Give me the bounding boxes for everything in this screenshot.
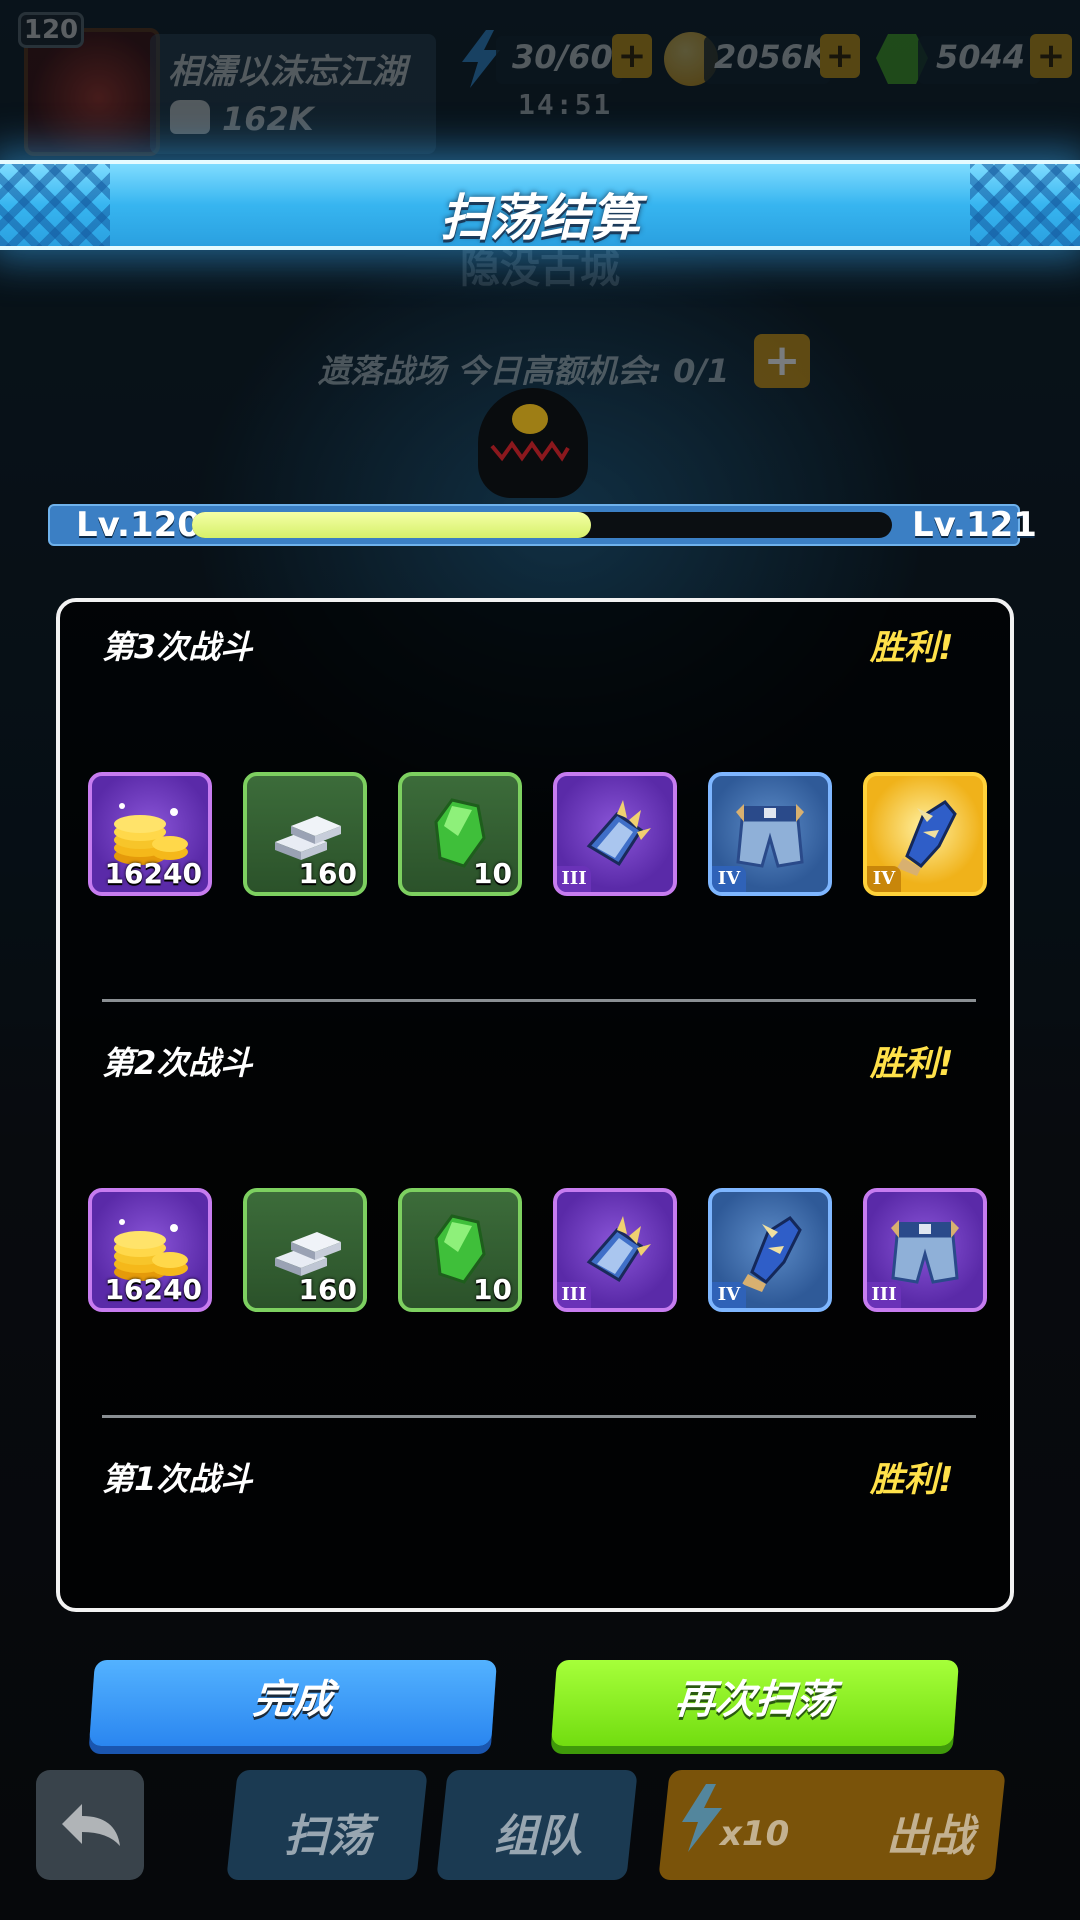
current-level-label: Lv.120 [76,505,201,545]
equipment-tier-badge: III [867,1282,901,1308]
reward-quantity: 160 [298,1273,357,1306]
level-progress-fill [192,512,591,538]
equipment-tier-badge: III [557,866,591,892]
battle-round: 第3次战斗 胜利! 16240 160 10 III IV IV [60,602,1010,1018]
equipment-tier-badge: IV [867,866,901,892]
equipment-tier-badge: IV [712,1282,746,1308]
reward-item[interactable]: 10 [398,1188,522,1312]
reward-quantity: 10 [473,857,512,890]
reward-item[interactable]: 160 [243,1188,367,1312]
battle-round-title: 第3次战斗 [102,628,253,666]
sweep-results-panel[interactable]: 第3次战斗 胜利! 16240 160 10 III IV IV 第2次战斗 胜利! 16240 16… [56,598,1014,1612]
result-banner: 扫荡结算 [0,160,1080,250]
back-arrow-icon [62,1804,120,1846]
reward-item[interactable]: IV [863,772,987,896]
reward-quantity: 10 [473,1273,512,1306]
victory-label: 胜利! [870,1044,954,1084]
reward-item[interactable]: IV [708,772,832,896]
reward-item[interactable]: III [553,1188,677,1312]
reward-quantity: 16240 [104,857,202,890]
battle-round-title: 第2次战斗 [102,1044,253,1082]
sweep-again-button[interactable]: 再次扫荡 [550,1660,960,1746]
round-divider [102,999,976,1002]
level-progress-track [192,512,892,538]
victory-label: 胜利! [870,628,954,668]
next-level-label: Lv.121 [912,505,1037,545]
reward-item[interactable]: 16240 [88,1188,212,1312]
reward-quantity: 16240 [104,1273,202,1306]
equipment-tier-badge: III [557,1282,591,1308]
energy-cost-value: x10 [720,1814,790,1854]
reward-item[interactable]: III [863,1188,987,1312]
bottom-battle-label: 出战 [886,1811,974,1862]
battle-round: 第1次战斗 胜利! [60,1434,1010,1608]
bottom-team-label: 组队 [494,1811,582,1862]
battle-round: 第2次战斗 胜利! 16240 160 10 III IV III [60,1018,1010,1434]
reward-item[interactable]: IV [708,1188,832,1312]
reward-item[interactable]: III [553,772,677,896]
reward-item[interactable]: 10 [398,772,522,896]
round-divider [102,1415,976,1418]
banner-title: 扫荡结算 [440,189,640,247]
reward-quantity: 160 [298,857,357,890]
victory-label: 胜利! [870,1460,954,1500]
battle-round-title: 第1次战斗 [102,1460,253,1498]
done-button[interactable]: 完成 [88,1660,498,1746]
game-screen: 120 相濡以沫忘江湖 162K 30/60 + 14:51 2056K + 5… [0,0,1080,1920]
bottom-sweep-label: 扫荡 [284,1811,372,1862]
reward-item[interactable]: 16240 [88,772,212,896]
energy-cost-icon [682,1784,722,1852]
reward-item[interactable]: 160 [243,772,367,896]
equipment-tier-badge: IV [712,866,746,892]
